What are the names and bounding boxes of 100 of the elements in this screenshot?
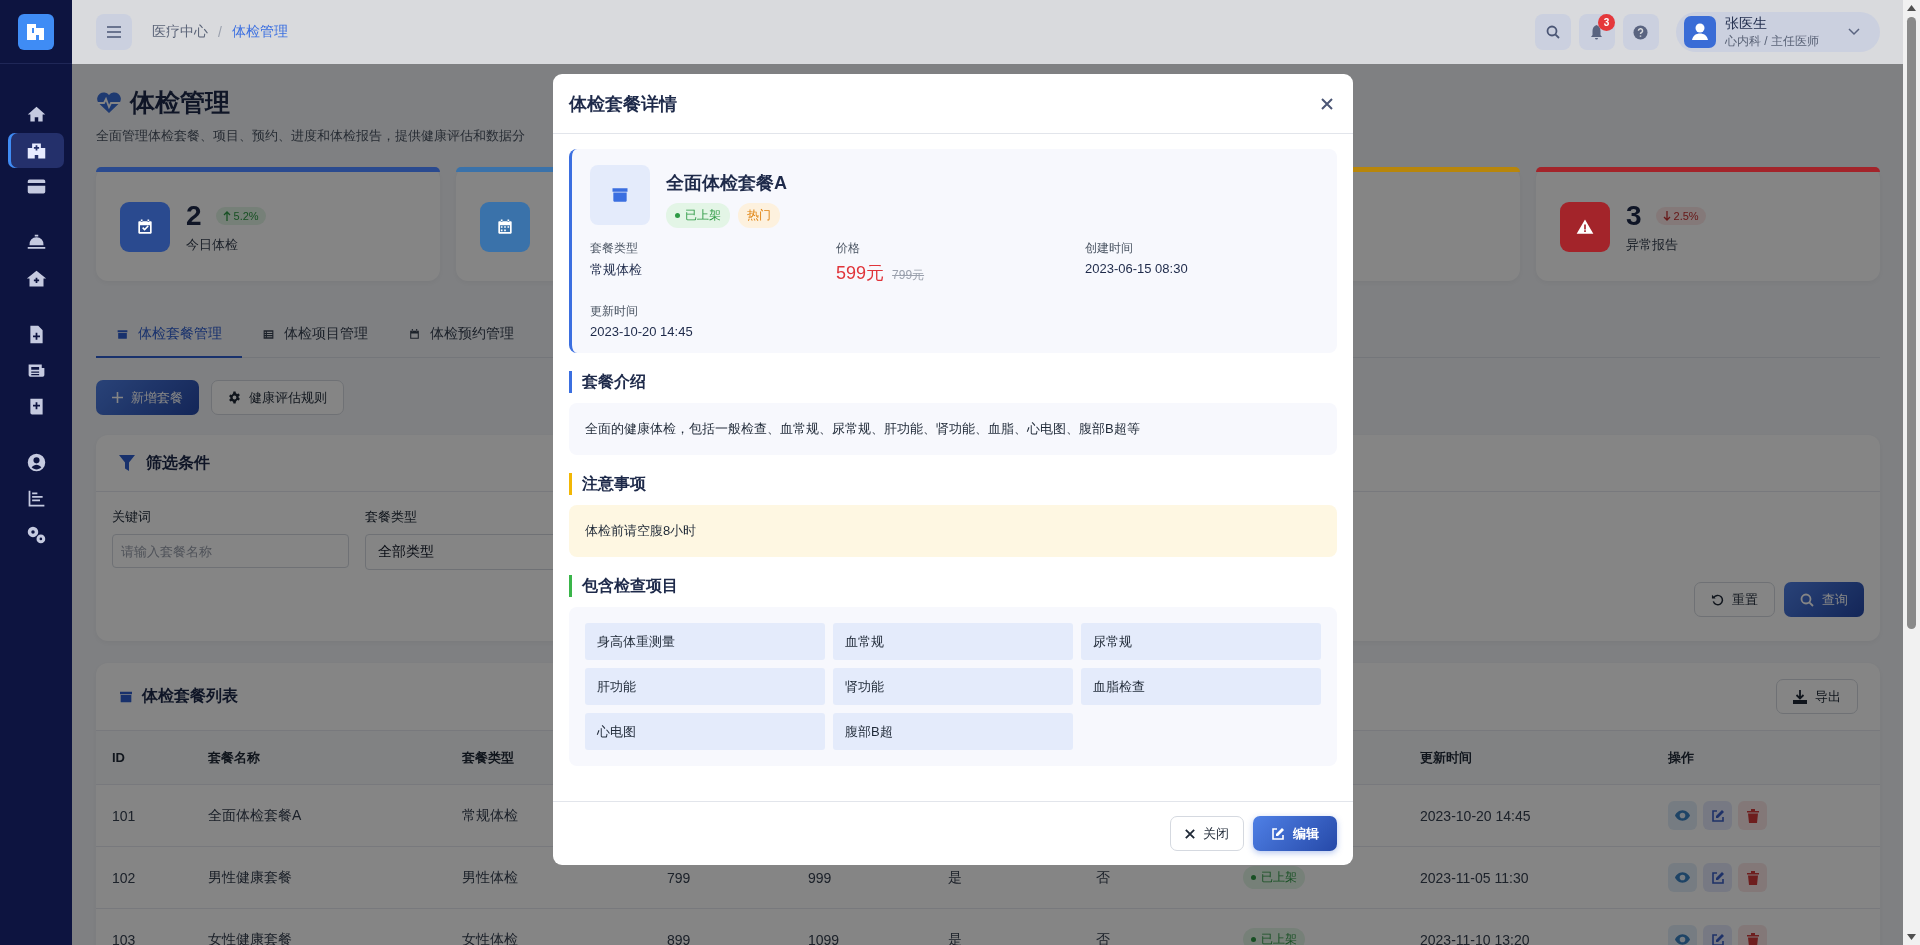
- bell-icon: [1590, 24, 1604, 40]
- chevron-down-icon: [1848, 28, 1860, 36]
- check-item: 尿常规: [1081, 623, 1321, 660]
- view-button[interactable]: [1668, 863, 1697, 892]
- check-item: 肝功能: [585, 668, 825, 705]
- funnel-icon: [118, 454, 136, 472]
- status-badge: 已上架: [1243, 866, 1305, 889]
- status-badge: 已上架: [1243, 928, 1305, 945]
- close-icon: [1185, 828, 1195, 839]
- download-icon: [1793, 689, 1807, 704]
- table-cell: 男性健康套餐: [208, 868, 292, 887]
- add-button[interactable]: 新增套餐: [96, 380, 199, 415]
- search-icon: [1800, 592, 1814, 607]
- table-cell: 2023-11-05 11:30: [1420, 869, 1529, 886]
- page-title: 体检管理: [130, 87, 230, 118]
- logo-icon: [18, 13, 54, 50]
- section-title: 注意事项: [582, 473, 646, 494]
- field-label: 创建时间: [1085, 240, 1134, 257]
- menu-button[interactable]: [96, 14, 132, 50]
- avatar-icon: [1684, 16, 1716, 48]
- eye-icon: [1675, 810, 1690, 821]
- table-cell: 全面体检套餐A: [208, 806, 302, 825]
- gear-icon: [228, 391, 241, 404]
- scroll-down-icon: [1907, 934, 1916, 940]
- table-cell: 女性体检: [462, 930, 518, 945]
- scrollbar[interactable]: [1903, 0, 1920, 945]
- help-button[interactable]: [1623, 14, 1659, 50]
- query-button[interactable]: 查询: [1784, 582, 1864, 617]
- table-cell: 1099: [808, 931, 840, 945]
- edit-button[interactable]: 编辑: [1253, 816, 1337, 851]
- arrow-up-icon: [222, 210, 231, 221]
- check-item: 血常规: [833, 623, 1073, 660]
- notification-badge: 3: [1598, 14, 1615, 31]
- user-menu[interactable]: 张医生 心内科 / 主任医师: [1676, 12, 1880, 52]
- check-item: 血脂检查: [1081, 668, 1321, 705]
- hot-badge: 热门: [738, 203, 780, 228]
- reset-button[interactable]: 重置: [1694, 582, 1775, 617]
- card-title: 体检套餐列表: [142, 686, 238, 706]
- trend-badge: 5.2%: [215, 206, 266, 225]
- list-icon: [262, 327, 275, 341]
- package-name: 全面体检套餐A: [666, 172, 787, 195]
- tab[interactable]: 体检项目管理: [242, 313, 388, 358]
- column-header: 套餐类型: [462, 748, 514, 767]
- check-item: 身高体重测量: [585, 623, 825, 660]
- scroll-up-icon: [1907, 5, 1916, 11]
- stat-value: 3: [1626, 199, 1642, 232]
- stat-value: 2: [186, 199, 202, 232]
- column-header: 更新时间: [1420, 748, 1472, 767]
- stat-label: 今日体检: [186, 235, 239, 254]
- column-header: ID: [112, 750, 125, 765]
- table-cell: 102: [112, 869, 136, 886]
- heart-pulse-icon: [96, 91, 122, 114]
- table-cell: 否: [1096, 930, 1110, 945]
- eye-icon: [1675, 872, 1690, 883]
- search-button[interactable]: [1535, 14, 1571, 50]
- card-title: 筛选条件: [146, 452, 210, 473]
- box-icon: [116, 327, 129, 341]
- notification-button[interactable]: 3: [1579, 14, 1615, 50]
- box-icon: [610, 185, 630, 205]
- trash-icon: [1746, 870, 1759, 885]
- table-cell: 103: [112, 931, 136, 945]
- edit-icon: [1271, 826, 1285, 841]
- table-cell: 男性体检: [462, 868, 518, 887]
- field-label: 套餐类型: [590, 240, 639, 257]
- table-cell: 799: [667, 869, 691, 886]
- delete-button[interactable]: [1738, 863, 1767, 892]
- edit-button[interactable]: [1703, 863, 1732, 892]
- table-cell: 常规体检: [462, 806, 518, 825]
- close-button[interactable]: 关闭: [1170, 816, 1244, 851]
- tab[interactable]: 体检套餐管理: [96, 313, 242, 358]
- table-cell: 是: [948, 868, 962, 887]
- settings-button[interactable]: 健康评估规则: [211, 380, 344, 415]
- stat-label: 异常报告: [1626, 235, 1679, 254]
- calendar-icon: [408, 327, 421, 341]
- trash-icon: [1746, 932, 1759, 945]
- table-cell: 是: [948, 930, 962, 945]
- tab[interactable]: 体检预约管理: [388, 313, 534, 358]
- field-value: 常规体检: [590, 261, 643, 279]
- sidebar-item[interactable]: [8, 133, 64, 168]
- medical-house-icon: [25, 268, 47, 289]
- table-cell: 899: [667, 931, 691, 945]
- field-label: 关键词: [112, 508, 152, 526]
- description-text: 全面的健康体检，包括一般检查、血常规、尿常规、肝功能、肾功能、血脂、心电图、腹部B超等: [569, 403, 1337, 455]
- trash-icon: [1746, 808, 1759, 823]
- edit-icon: [1710, 808, 1725, 823]
- undo-icon: [1711, 593, 1724, 606]
- edit-button[interactable]: [1703, 801, 1732, 830]
- breadcrumb-link[interactable]: 医疗中心: [152, 23, 208, 41]
- column-header: 操作: [1668, 748, 1694, 767]
- section-title: 包含检查项目: [582, 575, 678, 596]
- export-button[interactable]: 导出: [1776, 679, 1858, 714]
- view-button[interactable]: [1668, 801, 1697, 830]
- table-cell: 101: [112, 807, 136, 824]
- breadcrumb-link[interactable]: 体检管理: [231, 23, 288, 41]
- breadcrumb-separator: /: [218, 24, 222, 40]
- delete-button[interactable]: [1738, 801, 1767, 830]
- search-icon: [1546, 25, 1560, 39]
- check-item: 肾功能: [833, 668, 1073, 705]
- field-label: 更新时间: [590, 303, 639, 320]
- edit-icon: [1710, 870, 1725, 885]
